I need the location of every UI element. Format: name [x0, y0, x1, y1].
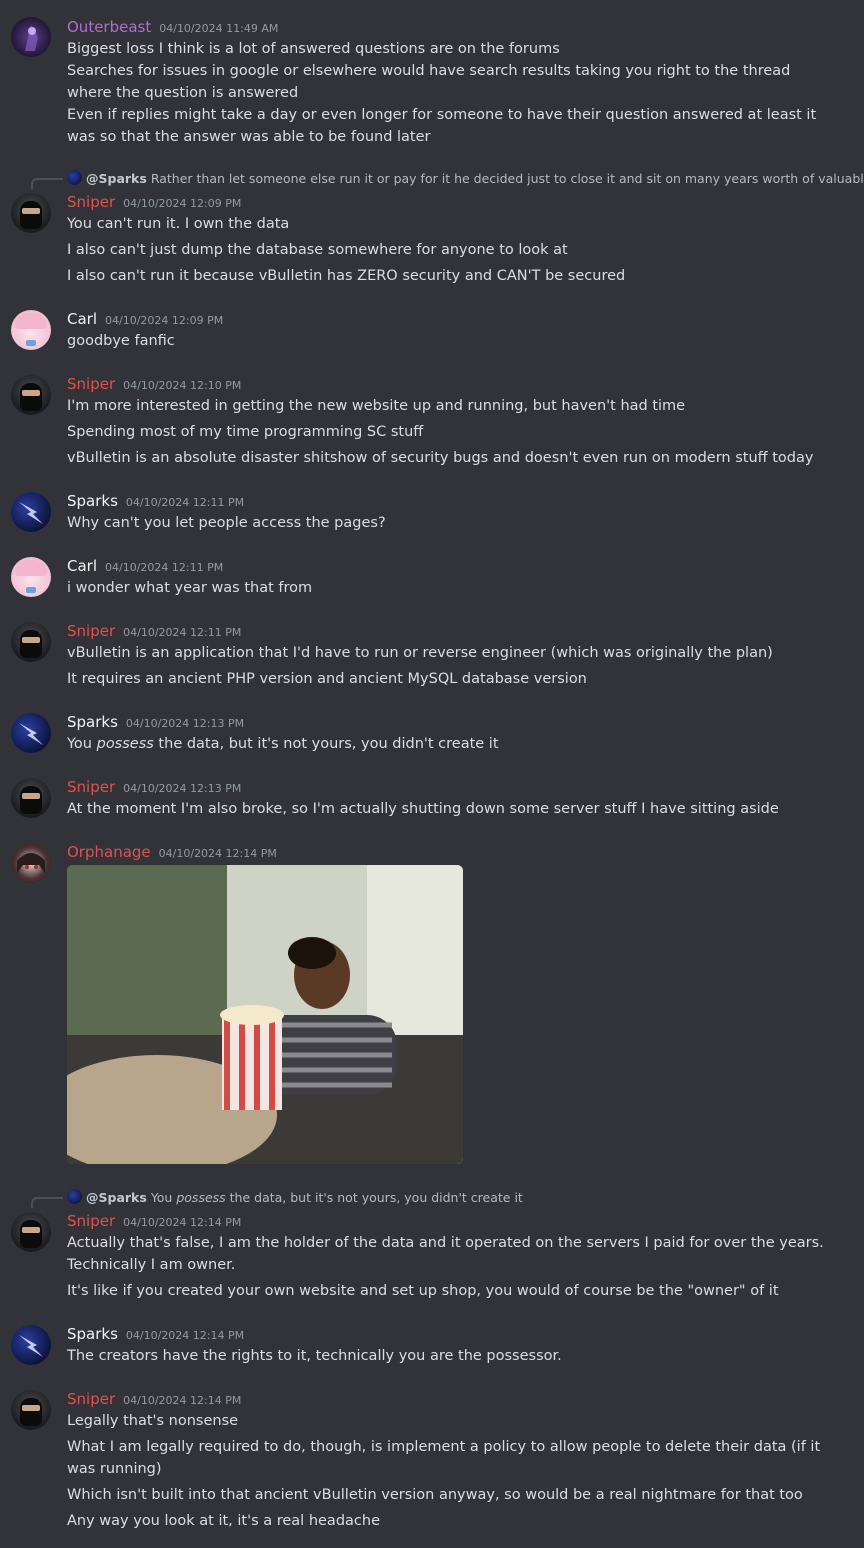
reply-preview-italic: possess: [176, 1190, 226, 1205]
message-line: It's like if you created your own websit…: [67, 1283, 779, 1299]
author-name[interactable]: Orphanage: [67, 843, 151, 861]
message-line: At the moment I'm also broke, so I'm act…: [67, 801, 779, 817]
message-line: vBulletin is an application that I'd hav…: [67, 645, 773, 661]
message-line: I also can't run it because vBulletin ha…: [67, 268, 626, 284]
timestamp: 04/10/2024 12:13 PM: [123, 782, 242, 795]
author-name[interactable]: Sniper: [67, 1212, 115, 1230]
message-line: It requires an ancient PHP version and a…: [67, 671, 587, 687]
popcorn-gif-attachment[interactable]: [67, 865, 463, 1164]
message-line: I also can't just dump the database some…: [67, 242, 568, 258]
timestamp: 04/10/2024 12:09 PM: [123, 197, 242, 210]
avatar-sniper[interactable]: [11, 1390, 51, 1430]
avatar-sniper[interactable]: [11, 193, 51, 233]
author-name[interactable]: Sniper: [67, 193, 115, 211]
timestamp: 04/10/2024 12:10 PM: [123, 379, 242, 392]
timestamp: 04/10/2024 12:11 PM: [125, 496, 245, 509]
reply-preview: You: [150, 1190, 177, 1205]
message-line: I'm more interested in getting the new w…: [67, 398, 686, 414]
avatar-sparks[interactable]: [11, 713, 51, 753]
avatar-sniper[interactable]: [11, 622, 51, 662]
message-line: goodbye fanfic: [67, 333, 175, 349]
timestamp: 04/10/2024 11:49 AM: [159, 22, 279, 35]
avatar-sniper[interactable]: [11, 375, 51, 415]
reply-reference[interactable]: @Sparks Rather than let someone else run …: [67, 170, 864, 186]
author-name[interactable]: Sniper: [67, 778, 115, 796]
reply-mention[interactable]: @Sparks: [86, 1190, 147, 1205]
timestamp: 04/10/2024 12:14 PM: [123, 1394, 242, 1407]
timestamp: 04/10/2024 12:11 PM: [123, 626, 242, 639]
reply-mention[interactable]: @Sparks: [86, 171, 147, 186]
author-name[interactable]: Carl: [67, 557, 97, 575]
timestamp: 04/10/2024 12:13 PM: [125, 717, 245, 730]
reply-spine: [31, 178, 63, 189]
author-name[interactable]: Sparks: [67, 1325, 118, 1343]
message-line: Spending most of my time programming SC …: [67, 424, 424, 440]
sparks-mini-avatar: [67, 1189, 82, 1204]
message-line: vBulletin is an absolute disaster shitsh…: [67, 450, 814, 466]
author-name[interactable]: Sparks: [67, 713, 118, 731]
avatar-sniper[interactable]: [11, 1212, 51, 1252]
avatar-outerbeast[interactable]: [11, 17, 51, 57]
timestamp: 04/10/2024 12:09 PM: [105, 314, 224, 327]
message-line: You can't run it. I own the data: [67, 216, 290, 232]
message-line: Biggest loss I think is a lot of answere…: [67, 41, 560, 57]
text-part: the data, but it's not yours, you didn't…: [153, 736, 499, 752]
avatar-sparks[interactable]: [11, 1325, 51, 1365]
author-name[interactable]: Sparks: [67, 492, 118, 510]
sparks-mini-avatar: [67, 170, 82, 185]
reply-preview: the data, but it's not yours, you didn't…: [225, 1190, 523, 1205]
message-line: Any way you look at it, it's a real head…: [67, 1513, 380, 1529]
message-line: Which isn't built into that ancient vBul…: [67, 1487, 803, 1503]
message-line: You possess the data, but it's not yours…: [67, 733, 827, 755]
avatar-carl[interactable]: [11, 310, 51, 350]
avatar-sniper[interactable]: [11, 778, 51, 818]
italic-text: possess: [96, 736, 154, 752]
message-line: Legally that's nonsense: [67, 1413, 239, 1429]
author-name[interactable]: Sniper: [67, 375, 115, 393]
avatar-orphanage[interactable]: [11, 843, 51, 883]
author-name[interactable]: Sniper: [67, 622, 115, 640]
text-part: You: [67, 736, 97, 752]
reply-spine: [31, 1197, 63, 1208]
timestamp: 04/10/2024 12:11 PM: [105, 561, 224, 574]
message-line: The creators have the rights to it, tech…: [67, 1348, 562, 1364]
message-line: Why can't you let people access the page…: [67, 515, 386, 531]
author-name[interactable]: Sniper: [67, 1390, 115, 1408]
message-line: What I am legally required to do, though…: [67, 1439, 821, 1477]
author-name[interactable]: Carl: [67, 310, 97, 328]
timestamp: 04/10/2024 12:14 PM: [158, 847, 277, 860]
message-line: Even if replies might take a day or even…: [67, 107, 817, 145]
avatar-carl[interactable]: [11, 557, 51, 597]
message-line: Searches for issues in google or elsewhe…: [67, 63, 791, 101]
author-name[interactable]: Outerbeast: [67, 18, 151, 36]
timestamp: 04/10/2024 12:14 PM: [123, 1216, 242, 1229]
reply-preview: Rather than let someone else run it or p…: [150, 171, 864, 186]
timestamp: 04/10/2024 12:14 PM: [125, 1329, 245, 1342]
message-line: i wonder what year was that from: [67, 580, 313, 596]
avatar-sparks[interactable]: [11, 492, 51, 532]
reply-reference[interactable]: @Sparks You possess the data, but it's no…: [67, 1189, 523, 1205]
message-line: Actually that's false, I am the holder o…: [67, 1235, 824, 1273]
